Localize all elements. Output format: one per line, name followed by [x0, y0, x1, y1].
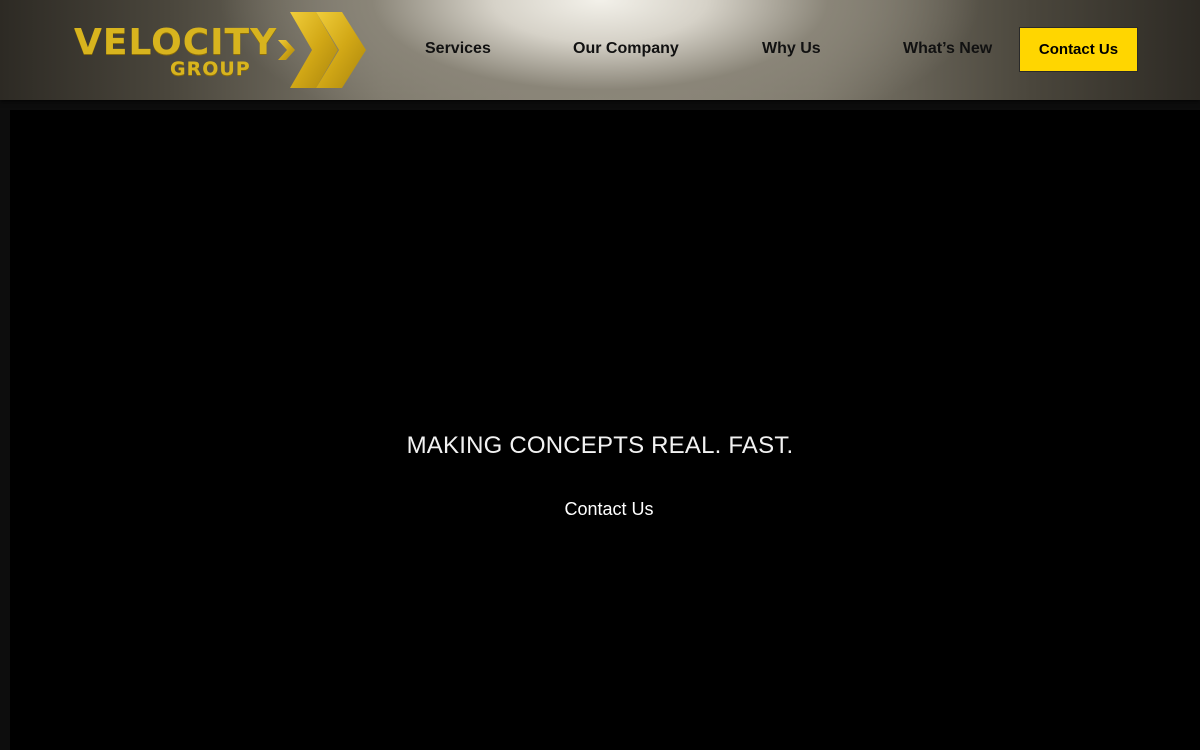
logo-wordmark-main: VELOCITY: [74, 22, 278, 63]
page: VELOCITY GROUP Services Our Company Why …: [0, 0, 1200, 750]
nav-item-services[interactable]: Services: [425, 40, 491, 58]
nav-item-why-us[interactable]: Why Us: [762, 40, 821, 58]
site-header: VELOCITY GROUP Services Our Company Why …: [0, 0, 1200, 100]
contact-us-button[interactable]: Contact Us: [1019, 27, 1138, 72]
hero-title: MAKING CONCEPTS REAL. FAST.: [406, 432, 794, 459]
double-chevron-right-icon: [278, 12, 366, 88]
nav-item-whats-new[interactable]: What’s New: [903, 40, 992, 58]
nav-item-our-company[interactable]: Our Company: [573, 40, 679, 58]
hero-contact-link[interactable]: Contact Us: [10, 499, 1200, 520]
velocity-group-logo[interactable]: VELOCITY GROUP: [72, 10, 372, 90]
hero-section: MAKING CONCEPTS REAL. FAST. Contact Us: [10, 110, 1200, 750]
logo-wordmark-sub: GROUP: [170, 58, 251, 80]
